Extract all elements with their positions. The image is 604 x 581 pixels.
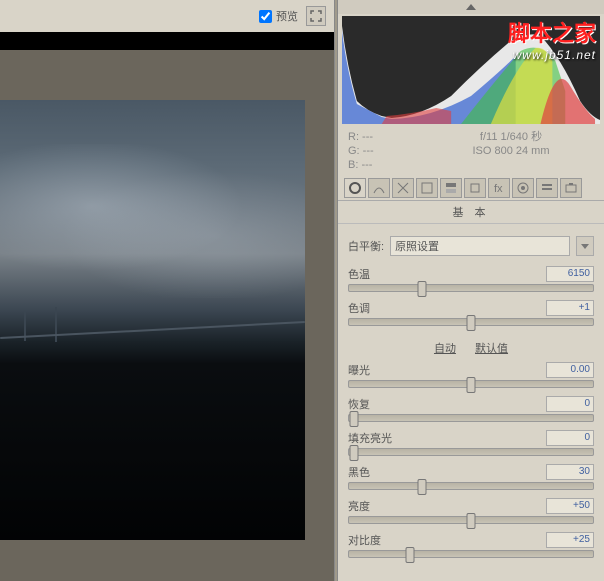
panel-title: 基 本	[338, 201, 604, 224]
tint-track[interactable]	[348, 318, 594, 326]
exposure-track[interactable]	[348, 380, 594, 388]
preview-label: 预览	[276, 8, 298, 24]
slider-recovery: 恢复 0	[348, 396, 594, 422]
tint-label: 色调	[348, 300, 370, 316]
default-link[interactable]: 默认值	[475, 343, 508, 355]
fill-value[interactable]: 0	[546, 430, 594, 446]
preview-checkbox[interactable]: 预览	[259, 8, 298, 24]
svg-text:fx: fx	[494, 183, 503, 195]
tab-detail[interactable]	[392, 178, 414, 198]
tab-basic[interactable]	[344, 178, 366, 198]
rgb-r: R: ---	[348, 130, 428, 144]
exposure-value[interactable]: 0.00	[546, 362, 594, 378]
fill-track[interactable]	[348, 448, 594, 456]
brightness-value[interactable]: +50	[546, 498, 594, 514]
brightness-thumb[interactable]	[467, 513, 476, 529]
wb-select[interactable]: 原照设置	[390, 236, 570, 256]
temp-value[interactable]: 6150	[546, 266, 594, 282]
slider-temp: 色温 6150	[348, 266, 594, 292]
tint-thumb[interactable]	[467, 315, 476, 331]
temp-label: 色温	[348, 266, 370, 282]
slider-exposure: 曝光 0.00	[348, 362, 594, 388]
tab-curve[interactable]	[368, 178, 390, 198]
tab-lens[interactable]	[464, 178, 486, 198]
tab-snapshot[interactable]	[560, 178, 582, 198]
image-preview[interactable]	[0, 50, 334, 581]
scroll-up-button[interactable]	[338, 0, 604, 14]
iso-focal: ISO 800 24 mm	[428, 144, 594, 158]
wb-value: 原照设置	[395, 238, 439, 254]
preview-check-input[interactable]	[259, 10, 272, 23]
brightness-track[interactable]	[348, 516, 594, 524]
exposure-label: 曝光	[348, 362, 370, 378]
tab-fx[interactable]: fx	[488, 178, 510, 198]
recovery-track[interactable]	[348, 414, 594, 422]
aperture-shutter: f/11 1/640 秒	[428, 130, 594, 144]
black-label: 黑色	[348, 464, 370, 480]
recovery-value[interactable]: 0	[546, 396, 594, 412]
tab-hsl[interactable]	[416, 178, 438, 198]
slider-brightness: 亮度 +50	[348, 498, 594, 524]
tab-preset[interactable]	[536, 178, 558, 198]
black-value[interactable]: 30	[546, 464, 594, 480]
rgb-g: G: ---	[348, 144, 428, 158]
adjustments-pane: 脚本之家 www.jb51.net R: --- G: --- B: --- f…	[338, 0, 604, 581]
slider-tint: 色调 +1	[348, 300, 594, 326]
preview-pane: 预览	[0, 0, 334, 581]
slider-contrast: 对比度 +25	[348, 532, 594, 558]
tab-calib[interactable]	[512, 178, 534, 198]
contrast-track[interactable]	[348, 550, 594, 558]
temp-thumb[interactable]	[418, 281, 427, 297]
exposure-info: R: --- G: --- B: --- f/11 1/640 秒 ISO 80…	[338, 126, 604, 176]
wb-dropdown-icon[interactable]	[576, 236, 594, 256]
slider-fill: 填充亮光 0	[348, 430, 594, 456]
recovery-thumb[interactable]	[349, 411, 358, 427]
chevron-up-icon	[466, 4, 476, 10]
slider-black: 黑色 30	[348, 464, 594, 490]
contrast-thumb[interactable]	[406, 547, 415, 563]
contrast-value[interactable]: +25	[546, 532, 594, 548]
fullscreen-icon[interactable]	[306, 6, 326, 26]
contrast-label: 对比度	[348, 532, 381, 548]
recovery-label: 恢复	[348, 396, 370, 412]
fill-thumb[interactable]	[349, 445, 358, 461]
camera-raw-dialog: 预览 脚	[0, 0, 604, 581]
exposure-thumb[interactable]	[467, 377, 476, 393]
rgb-b: B: ---	[348, 158, 428, 172]
tint-value[interactable]: +1	[546, 300, 594, 316]
filmstrip-bar	[0, 32, 334, 50]
tab-split[interactable]	[440, 178, 462, 198]
fill-label: 填充亮光	[348, 430, 392, 446]
black-track[interactable]	[348, 482, 594, 490]
black-thumb[interactable]	[418, 479, 427, 495]
auto-default-links: 自动 默认值	[348, 334, 594, 362]
photo-content	[0, 100, 305, 540]
preview-toolbar: 预览	[0, 0, 334, 32]
histogram[interactable]: 脚本之家 www.jb51.net	[342, 16, 600, 124]
temp-track[interactable]	[348, 284, 594, 292]
wb-label: 白平衡:	[348, 238, 384, 254]
auto-link[interactable]: 自动	[434, 343, 456, 355]
brightness-label: 亮度	[348, 498, 370, 514]
basic-panel: 白平衡: 原照设置 色温 6150 色调 +1 自动 默认值 曝光 0.00	[338, 224, 604, 566]
panel-tabs: fx	[338, 176, 604, 201]
